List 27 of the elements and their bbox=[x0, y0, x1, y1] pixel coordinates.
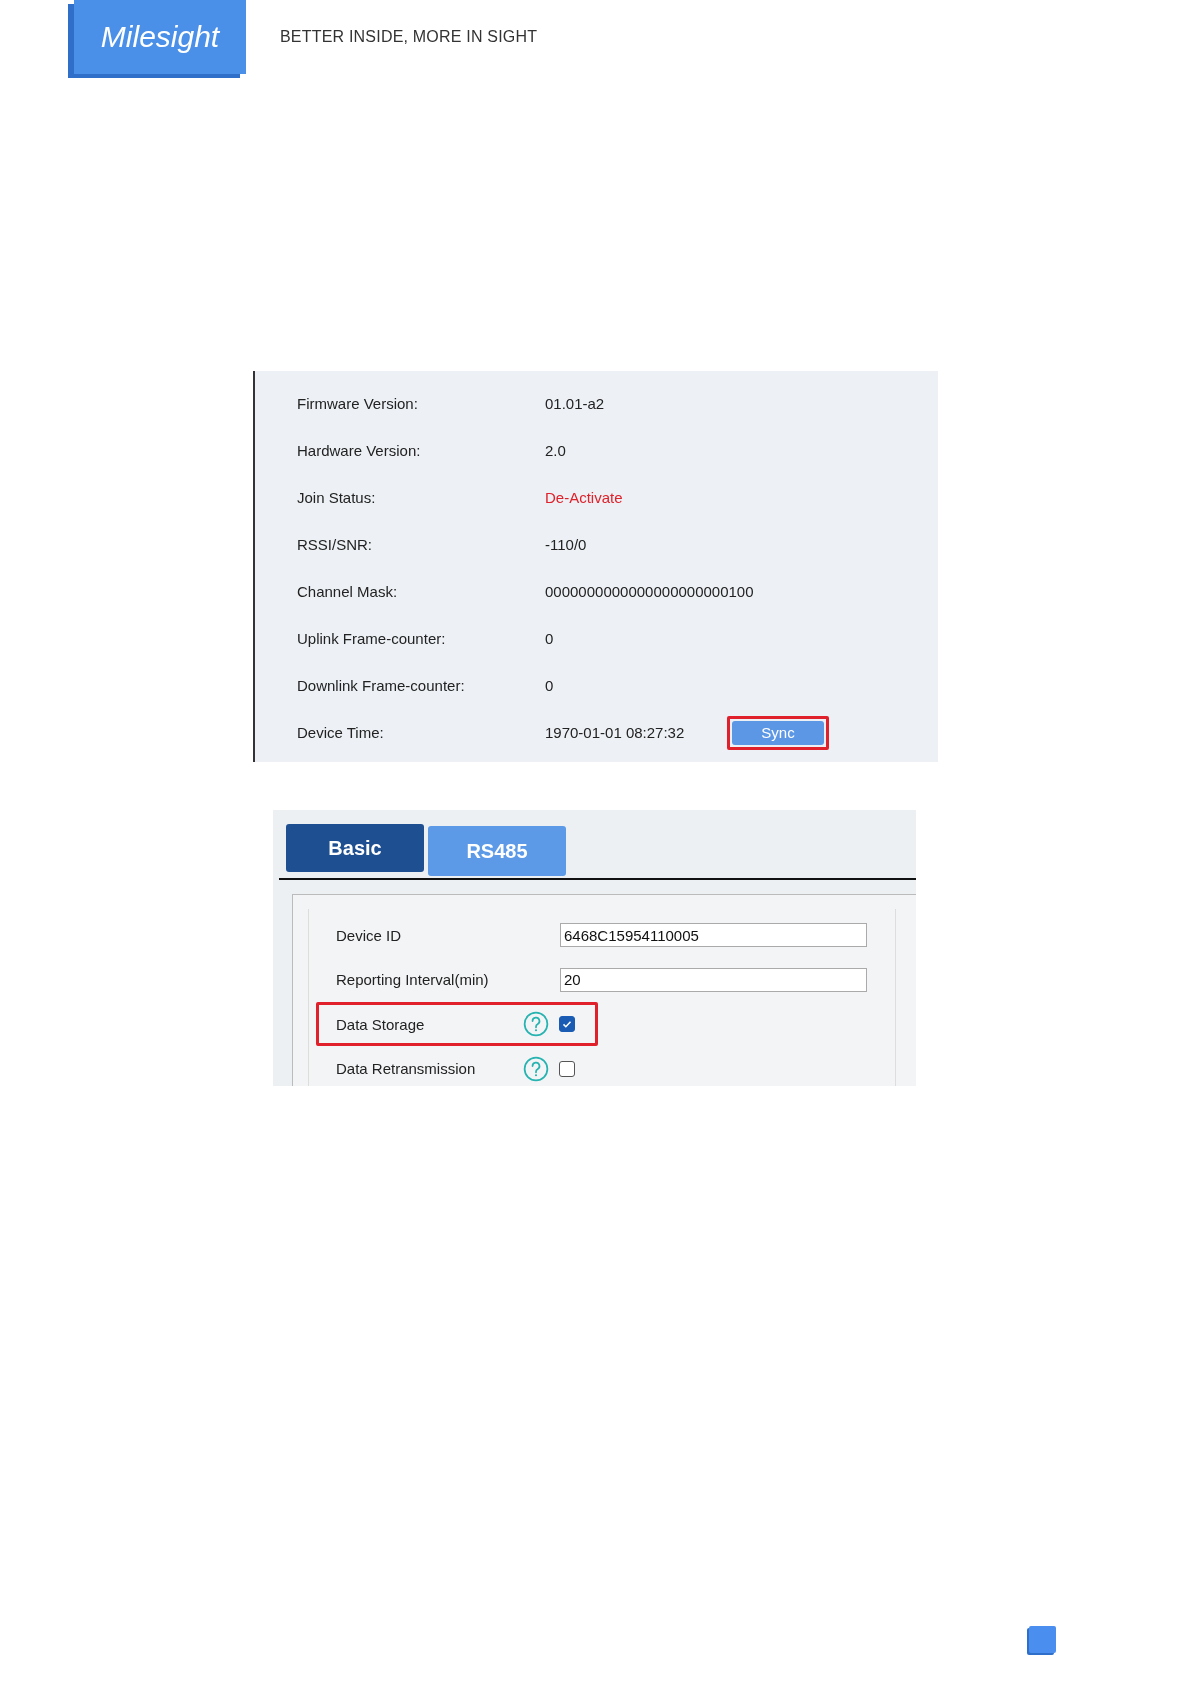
field-value: 0 bbox=[545, 677, 555, 694]
field-value: -110/0 bbox=[545, 536, 588, 553]
field-value: 0 bbox=[545, 630, 555, 647]
checkbox[interactable] bbox=[559, 1016, 575, 1033]
field-label: Data Retransmission bbox=[336, 1060, 477, 1078]
field-label: Device ID bbox=[336, 926, 403, 944]
field-label: RSSI/SNR: bbox=[297, 536, 373, 553]
input-field[interactable]: 6468C15954110005 bbox=[560, 923, 867, 948]
field-label: Join Status: bbox=[297, 489, 377, 506]
field-value: 2.0 bbox=[545, 442, 567, 459]
checkbox[interactable] bbox=[559, 1060, 575, 1077]
field-label: Uplink Frame-counter: bbox=[297, 630, 447, 647]
field-value: 01.01-a2 bbox=[545, 395, 606, 412]
field-value: De-Activate bbox=[545, 489, 624, 506]
corner-square-icon bbox=[1029, 1626, 1056, 1653]
tagline: BETTER INSIDE, MORE IN SIGHT bbox=[280, 28, 538, 46]
field-value: 0000000000000000000000100 bbox=[545, 583, 754, 600]
field-label: Hardware Version: bbox=[297, 442, 422, 459]
field-label: Downlink Frame-counter: bbox=[297, 677, 466, 694]
input-field[interactable]: 20 bbox=[560, 967, 867, 992]
field-label: Channel Mask: bbox=[297, 583, 399, 600]
field-label: Reporting Interval(min) bbox=[336, 971, 490, 989]
field-label: Firmware Version: bbox=[297, 395, 419, 412]
field-value: 1970-01-01 08:27:32 bbox=[545, 724, 686, 741]
field-label: Device Time: bbox=[297, 724, 385, 741]
field-label: Data Storage bbox=[336, 1015, 426, 1033]
tab[interactable]: Basic bbox=[286, 824, 424, 872]
